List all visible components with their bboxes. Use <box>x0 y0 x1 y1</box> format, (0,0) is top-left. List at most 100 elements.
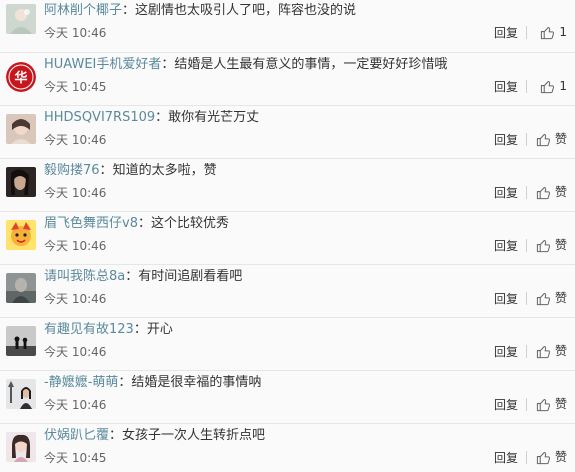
comment-content: 知道的太多啦，赞 <box>112 163 217 178</box>
like-count: 赞 <box>554 132 567 146</box>
timestamp: 今天 10:46 <box>44 186 107 200</box>
like-button[interactable]: 赞 <box>536 290 567 306</box>
comment-item: 眉飞色舞西仔v8：这个比较优秀 今天 10:46 回复 赞 <box>0 212 575 265</box>
timestamp: 今天 10:46 <box>44 239 107 253</box>
thumbs-up-icon <box>536 344 551 359</box>
button-divider <box>526 133 527 146</box>
comment-text-line: HUAWEI手机爱好者：结婚是人生最有意义的事情，一定要好好珍惜哦 <box>44 57 567 73</box>
comment-text-line: 阿林削个椰子：这剧情也太吸引人了吧，阵容也没的说 <box>44 3 567 19</box>
like-button[interactable]: 1 <box>540 78 567 94</box>
avatar-icon[interactable] <box>6 114 36 144</box>
comment-content: 有时间追剧看看吧 <box>138 269 243 284</box>
separator: ： <box>133 322 147 337</box>
comment-item: HHDSQVI7RS109：敢你有光芒万丈 今天 10:46 回复 赞 <box>0 106 575 159</box>
comment-item: -静嬷嬷-萌萌：结婚是很幸福的事情呐 今天 10:46 回复 赞 <box>0 371 575 424</box>
separator: ： <box>161 57 175 72</box>
username-link[interactable]: 阿林削个椰子 <box>44 3 122 18</box>
username-link[interactable]: 有趣见有故123 <box>44 322 134 337</box>
comment-item: 伏娲趴匕覆：女孩子一次人生转折点吧 今天 10:45 回复 赞 <box>0 424 575 472</box>
button-divider <box>526 398 527 411</box>
reply-button[interactable]: 回复 <box>494 397 518 413</box>
thumbs-up-icon <box>540 79 555 94</box>
avatar-icon[interactable]: 华 <box>6 62 36 92</box>
like-button[interactable]: 1 <box>540 24 567 40</box>
comment-text-line: 眉飞色舞西仔v8：这个比较优秀 <box>44 216 567 232</box>
comment-content: 开心 <box>146 322 173 337</box>
timestamp: 今天 10:45 <box>44 451 107 465</box>
comment-item: 阿林削个椰子：这剧情也太吸引人了吧，阵容也没的说 今天 10:46 回复 1 <box>0 0 575 53</box>
comment-text-line: -静嬷嬷-萌萌：结婚是很幸福的事情呐 <box>44 375 567 391</box>
thumbs-up-icon <box>536 185 551 200</box>
button-divider <box>526 26 527 39</box>
username-link[interactable]: -静嬷嬷-萌萌 <box>44 375 118 390</box>
reply-button[interactable]: 回复 <box>494 344 518 360</box>
like-count: 赞 <box>554 450 567 464</box>
comment-content: 女孩子一次人生转折点吧 <box>122 428 266 443</box>
comment-item: 请叫我陈总8a：有时间追剧看看吧 今天 10:46 回复 赞 <box>0 265 575 318</box>
button-divider <box>526 80 527 93</box>
comment-text-line: 伏娲趴匕覆：女孩子一次人生转折点吧 <box>44 428 567 444</box>
reply-button[interactable]: 回复 <box>494 185 518 201</box>
button-divider <box>526 451 527 464</box>
username-link[interactable]: HUAWEI手机爱好者 <box>44 57 161 72</box>
comment-text-line: 请叫我陈总8a：有时间追剧看看吧 <box>44 269 567 285</box>
separator: ： <box>125 269 139 284</box>
like-button[interactable]: 赞 <box>536 237 567 253</box>
username-link[interactable]: 毅购搂76 <box>44 163 100 178</box>
avatar-icon[interactable] <box>6 273 36 303</box>
avatar-icon[interactable] <box>6 432 36 462</box>
like-button[interactable]: 赞 <box>536 184 567 200</box>
username-link[interactable]: HHDSQVI7RS109 <box>44 110 155 125</box>
button-divider <box>526 186 527 199</box>
comment-content: 这个比较优秀 <box>150 216 229 231</box>
thumbs-up-icon <box>536 132 551 147</box>
separator: ： <box>118 375 132 390</box>
reply-button[interactable]: 回复 <box>494 291 518 307</box>
comment-item: 有趣见有故123：开心 今天 10:46 回复 赞 <box>0 318 575 371</box>
comment-content: 结婚是人生最有意义的事情，一定要好好珍惜哦 <box>174 57 448 72</box>
username-link[interactable]: 眉飞色舞西仔v8 <box>44 216 138 231</box>
username-link[interactable]: 伏娲趴匕覆 <box>44 428 109 443</box>
thumbs-up-icon <box>536 238 551 253</box>
timestamp: 今天 10:46 <box>44 345 107 359</box>
comment-text-line: 有趣见有故123：开心 <box>44 322 567 338</box>
avatar-icon[interactable] <box>6 4 36 34</box>
reply-button[interactable]: 回复 <box>494 79 518 95</box>
like-count: 赞 <box>554 344 567 358</box>
comment-item: 华 HUAWEI手机爱好者：结婚是人生最有意义的事情，一定要好好珍惜哦 今天 1… <box>0 53 575 106</box>
thumbs-up-icon <box>536 291 551 306</box>
like-count: 赞 <box>554 238 567 252</box>
avatar-icon[interactable] <box>6 326 36 356</box>
avatar-icon[interactable] <box>6 167 36 197</box>
thumbs-up-icon <box>536 450 551 465</box>
like-button[interactable]: 赞 <box>536 343 567 359</box>
avatar-icon[interactable] <box>6 220 36 250</box>
like-button[interactable]: 赞 <box>536 131 567 147</box>
reply-button[interactable]: 回复 <box>494 25 518 41</box>
timestamp: 今天 10:46 <box>44 133 107 147</box>
thumbs-up-icon <box>540 25 555 40</box>
reply-button[interactable]: 回复 <box>494 450 518 466</box>
reply-button[interactable]: 回复 <box>494 238 518 254</box>
like-button[interactable]: 赞 <box>536 449 567 465</box>
separator: ： <box>137 216 151 231</box>
comment-content: 这剧情也太吸引人了吧，阵容也没的说 <box>135 3 357 18</box>
username-link[interactable]: 请叫我陈总8a <box>44 269 125 284</box>
reply-button[interactable]: 回复 <box>494 132 518 148</box>
avatar-glyph: 华 <box>14 70 27 86</box>
button-divider <box>526 239 527 252</box>
timestamp: 今天 10:45 <box>44 80 107 94</box>
comment-content: 结婚是很幸福的事情呐 <box>131 375 262 390</box>
comment-list: 阿林削个椰子：这剧情也太吸引人了吧，阵容也没的说 今天 10:46 回复 1 华… <box>0 0 575 472</box>
like-count: 赞 <box>554 397 567 411</box>
avatar-icon[interactable] <box>6 379 36 409</box>
comment-text-line: HHDSQVI7RS109：敢你有光芒万丈 <box>44 110 567 126</box>
separator: ： <box>155 110 169 125</box>
like-count: 赞 <box>554 291 567 305</box>
separator: ： <box>122 3 136 18</box>
timestamp: 今天 10:46 <box>44 398 107 412</box>
like-button[interactable]: 赞 <box>536 396 567 412</box>
separator: ： <box>99 163 113 178</box>
button-divider <box>526 292 527 305</box>
timestamp: 今天 10:46 <box>44 26 107 40</box>
